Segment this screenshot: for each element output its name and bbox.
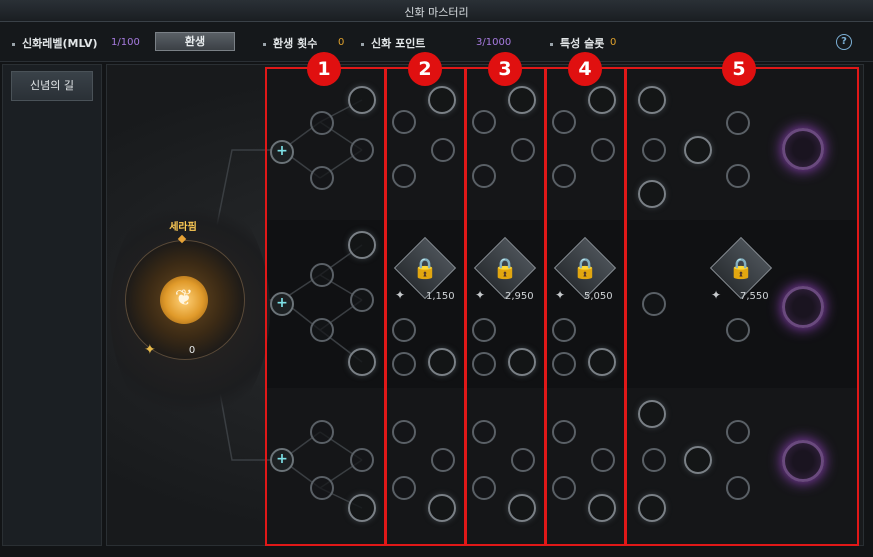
highlight-column-3 xyxy=(465,67,546,546)
column-badge: 2 xyxy=(408,52,442,86)
column-badge: 5 xyxy=(722,52,756,86)
highlight-column-5 xyxy=(625,67,859,546)
core-name: 세라핌 xyxy=(169,222,197,233)
column-badge: 4 xyxy=(568,52,602,86)
core-points: 0 xyxy=(188,345,196,356)
column-badge: 1 xyxy=(307,52,341,86)
column-badge: 3 xyxy=(488,52,522,86)
star-icon: ✦ xyxy=(144,342,156,358)
heart-emblem-icon[interactable]: ❦ xyxy=(160,276,208,324)
highlight-column-4 xyxy=(545,67,626,546)
highlight-column-1 xyxy=(265,67,386,546)
highlight-column-2 xyxy=(385,67,466,546)
